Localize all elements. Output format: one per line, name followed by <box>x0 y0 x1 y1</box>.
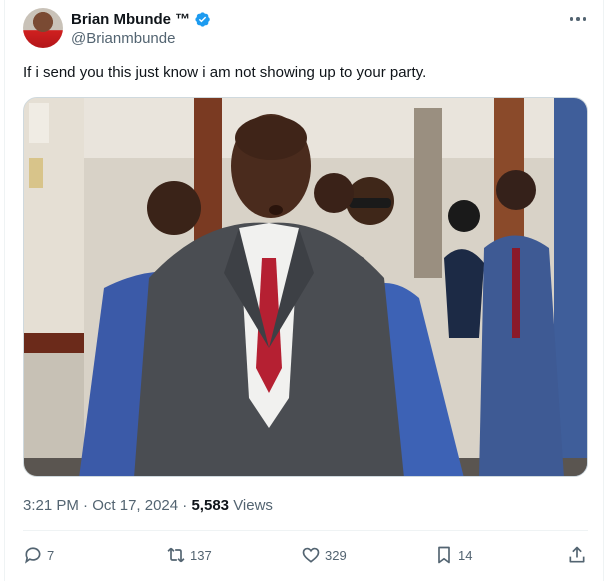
action-bar: 7 137 329 14 <box>23 540 593 570</box>
author-name-row: Brian Mbunde ™ <box>71 10 211 28</box>
author-handle[interactable]: @Brianmbunde <box>71 30 175 47</box>
retweet-count: 137 <box>190 547 212 563</box>
reply-button[interactable]: 7 <box>23 540 54 570</box>
verified-badge-icon[interactable] <box>194 11 211 28</box>
like-button[interactable]: 329 <box>301 540 347 570</box>
share-icon <box>569 546 585 563</box>
bookmark-count: 14 <box>458 547 473 563</box>
meta-separator: · <box>83 497 89 514</box>
tweet-date[interactable]: Oct 17, 2024 <box>92 497 178 514</box>
views-count: 5,583 <box>191 497 230 514</box>
like-icon <box>302 547 320 563</box>
tweet-time[interactable]: 3:21 PM <box>23 497 79 514</box>
more-options-icon[interactable] <box>567 10 589 28</box>
tweet-card: Brian Mbunde ™ @Brianmbunde If i send yo… <box>4 0 604 581</box>
like-count: 329 <box>325 547 347 563</box>
reply-count: 7 <box>47 547 55 563</box>
tweet-text: If i send you this just know i am not sh… <box>23 64 427 81</box>
tweet-photo[interactable] <box>23 97 588 477</box>
views-label: Views <box>233 497 273 514</box>
share-button[interactable] <box>567 540 587 570</box>
author-display-name[interactable]: Brian Mbunde ™ <box>71 11 190 28</box>
retweet-icon <box>167 547 185 563</box>
retweet-button[interactable]: 137 <box>166 540 212 570</box>
tweet-meta: 3:21 PM · Oct 17, 2024 · 5,583 Views <box>23 497 273 514</box>
avatar[interactable] <box>23 8 63 48</box>
bookmark-icon <box>438 546 450 564</box>
bookmark-button[interactable]: 14 <box>434 540 472 570</box>
divider <box>23 530 588 531</box>
meta-separator: · <box>182 497 188 514</box>
reply-icon <box>25 547 41 564</box>
